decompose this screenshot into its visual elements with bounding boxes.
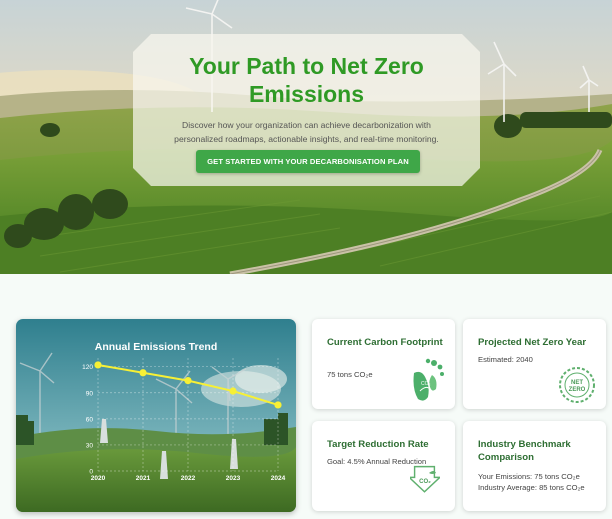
chart-data-point <box>94 361 102 369</box>
get-started-button[interactable]: GET STARTED WITH YOUR DECARBONISATION PL… <box>196 150 420 173</box>
chart-x-tick-label: 2021 <box>136 475 151 482</box>
svg-text:ZERO: ZERO <box>569 387 586 393</box>
hero-title: Your Path to Net Zero Emissions <box>189 53 424 107</box>
benchmark-card: Industry Benchmark Comparison Your Emiss… <box>463 421 606 511</box>
hero-card: Your Path to Net Zero Emissions Discover… <box>133 34 480 186</box>
carbon-footprint-card: Current Carbon Footprint 75 tons CO₂e CO… <box>312 319 455 409</box>
reduction-rate-title: Target Reduction Rate <box>327 439 429 450</box>
hero-description: Discover how your organization can achie… <box>174 120 439 144</box>
footprint-icon: CO₂ <box>413 358 444 401</box>
chart-x-tick-label: 2023 <box>226 475 241 482</box>
carbon-footprint-title: Current Carbon Footprint <box>327 337 443 348</box>
chart-x-tick-label: 2020 <box>91 475 106 482</box>
chart-data-point <box>229 387 237 395</box>
svg-text:CO₂: CO₂ <box>419 479 431 485</box>
co2-down-arrow-icon: CO₂ <box>410 465 440 493</box>
emissions-trend-chart-card: Annual Emissions Trend 0 30 60 90 120 2020 20… <box>16 319 296 512</box>
chart-title: Annual Emissions Trend <box>95 341 218 353</box>
svg-text:NET: NET <box>571 380 583 386</box>
chart-y-tick-label: 30 <box>86 442 94 449</box>
net-zero-year-value: Estimated: 2040 <box>478 355 533 364</box>
carbon-footprint-value: 75 tons CO₂e <box>327 370 373 379</box>
svg-text:CO₂: CO₂ <box>421 381 431 387</box>
chart-data-point <box>139 369 147 377</box>
net-zero-badge-icon: NET ZERO <box>559 367 595 403</box>
reduction-rate-card: Target Reduction Rate Goal: 4.5% Annual … <box>312 421 455 511</box>
benchmark-industry-average: Industry Average: 85 tons CO₂e <box>478 483 585 492</box>
chart-x-tick-label: 2022 <box>181 475 196 482</box>
chart-y-tick-label: 120 <box>82 364 93 371</box>
chart-data-point <box>274 401 282 409</box>
net-zero-year-title: Projected Net Zero Year <box>478 337 587 348</box>
chart-x-tick-label: 2024 <box>271 475 286 482</box>
chart-y-tick-label: 60 <box>86 416 94 423</box>
emissions-trend-chart: Annual Emissions Trend 0306090120 2020 20… <box>16 319 296 512</box>
chart-data-point <box>184 377 192 385</box>
net-zero-year-card: Projected Net Zero Year Estimated: 2040 … <box>463 319 606 409</box>
chart-y-tick-label: 90 <box>86 390 94 397</box>
hero-banner: Your Path to Net Zero Emissions Discover… <box>0 0 612 274</box>
benchmark-title: Industry Benchmark Comparison <box>478 439 571 463</box>
benchmark-your-emissions: Your Emissions: 75 tons CO₂e <box>478 472 580 481</box>
